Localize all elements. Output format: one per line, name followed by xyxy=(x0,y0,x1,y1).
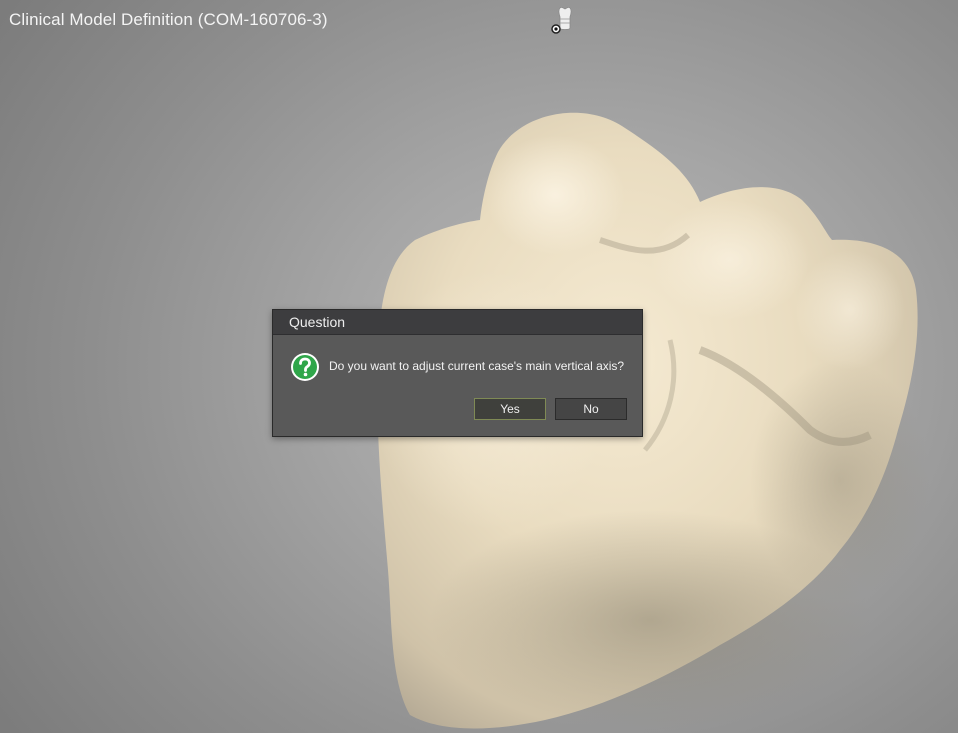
yes-button[interactable]: Yes xyxy=(474,398,546,420)
question-dialog[interactable]: Question Do you want to adjust current c… xyxy=(272,309,643,437)
dialog-body: Do you want to adjust current case's mai… xyxy=(273,335,642,437)
dialog-title: Question xyxy=(289,314,346,330)
dialog-titlebar[interactable]: Question xyxy=(273,310,642,335)
no-button[interactable]: No xyxy=(555,398,627,420)
dialog-button-row: Yes No xyxy=(474,398,627,420)
tooth-eye-icon[interactable] xyxy=(549,4,581,36)
window-title: Clinical Model Definition (COM-160706-3) xyxy=(9,10,328,29)
question-icon xyxy=(291,353,319,381)
3d-viewport[interactable]: Clinical Model Definition (COM-160706-3)… xyxy=(0,0,958,733)
dialog-message: Do you want to adjust current case's mai… xyxy=(329,359,625,373)
